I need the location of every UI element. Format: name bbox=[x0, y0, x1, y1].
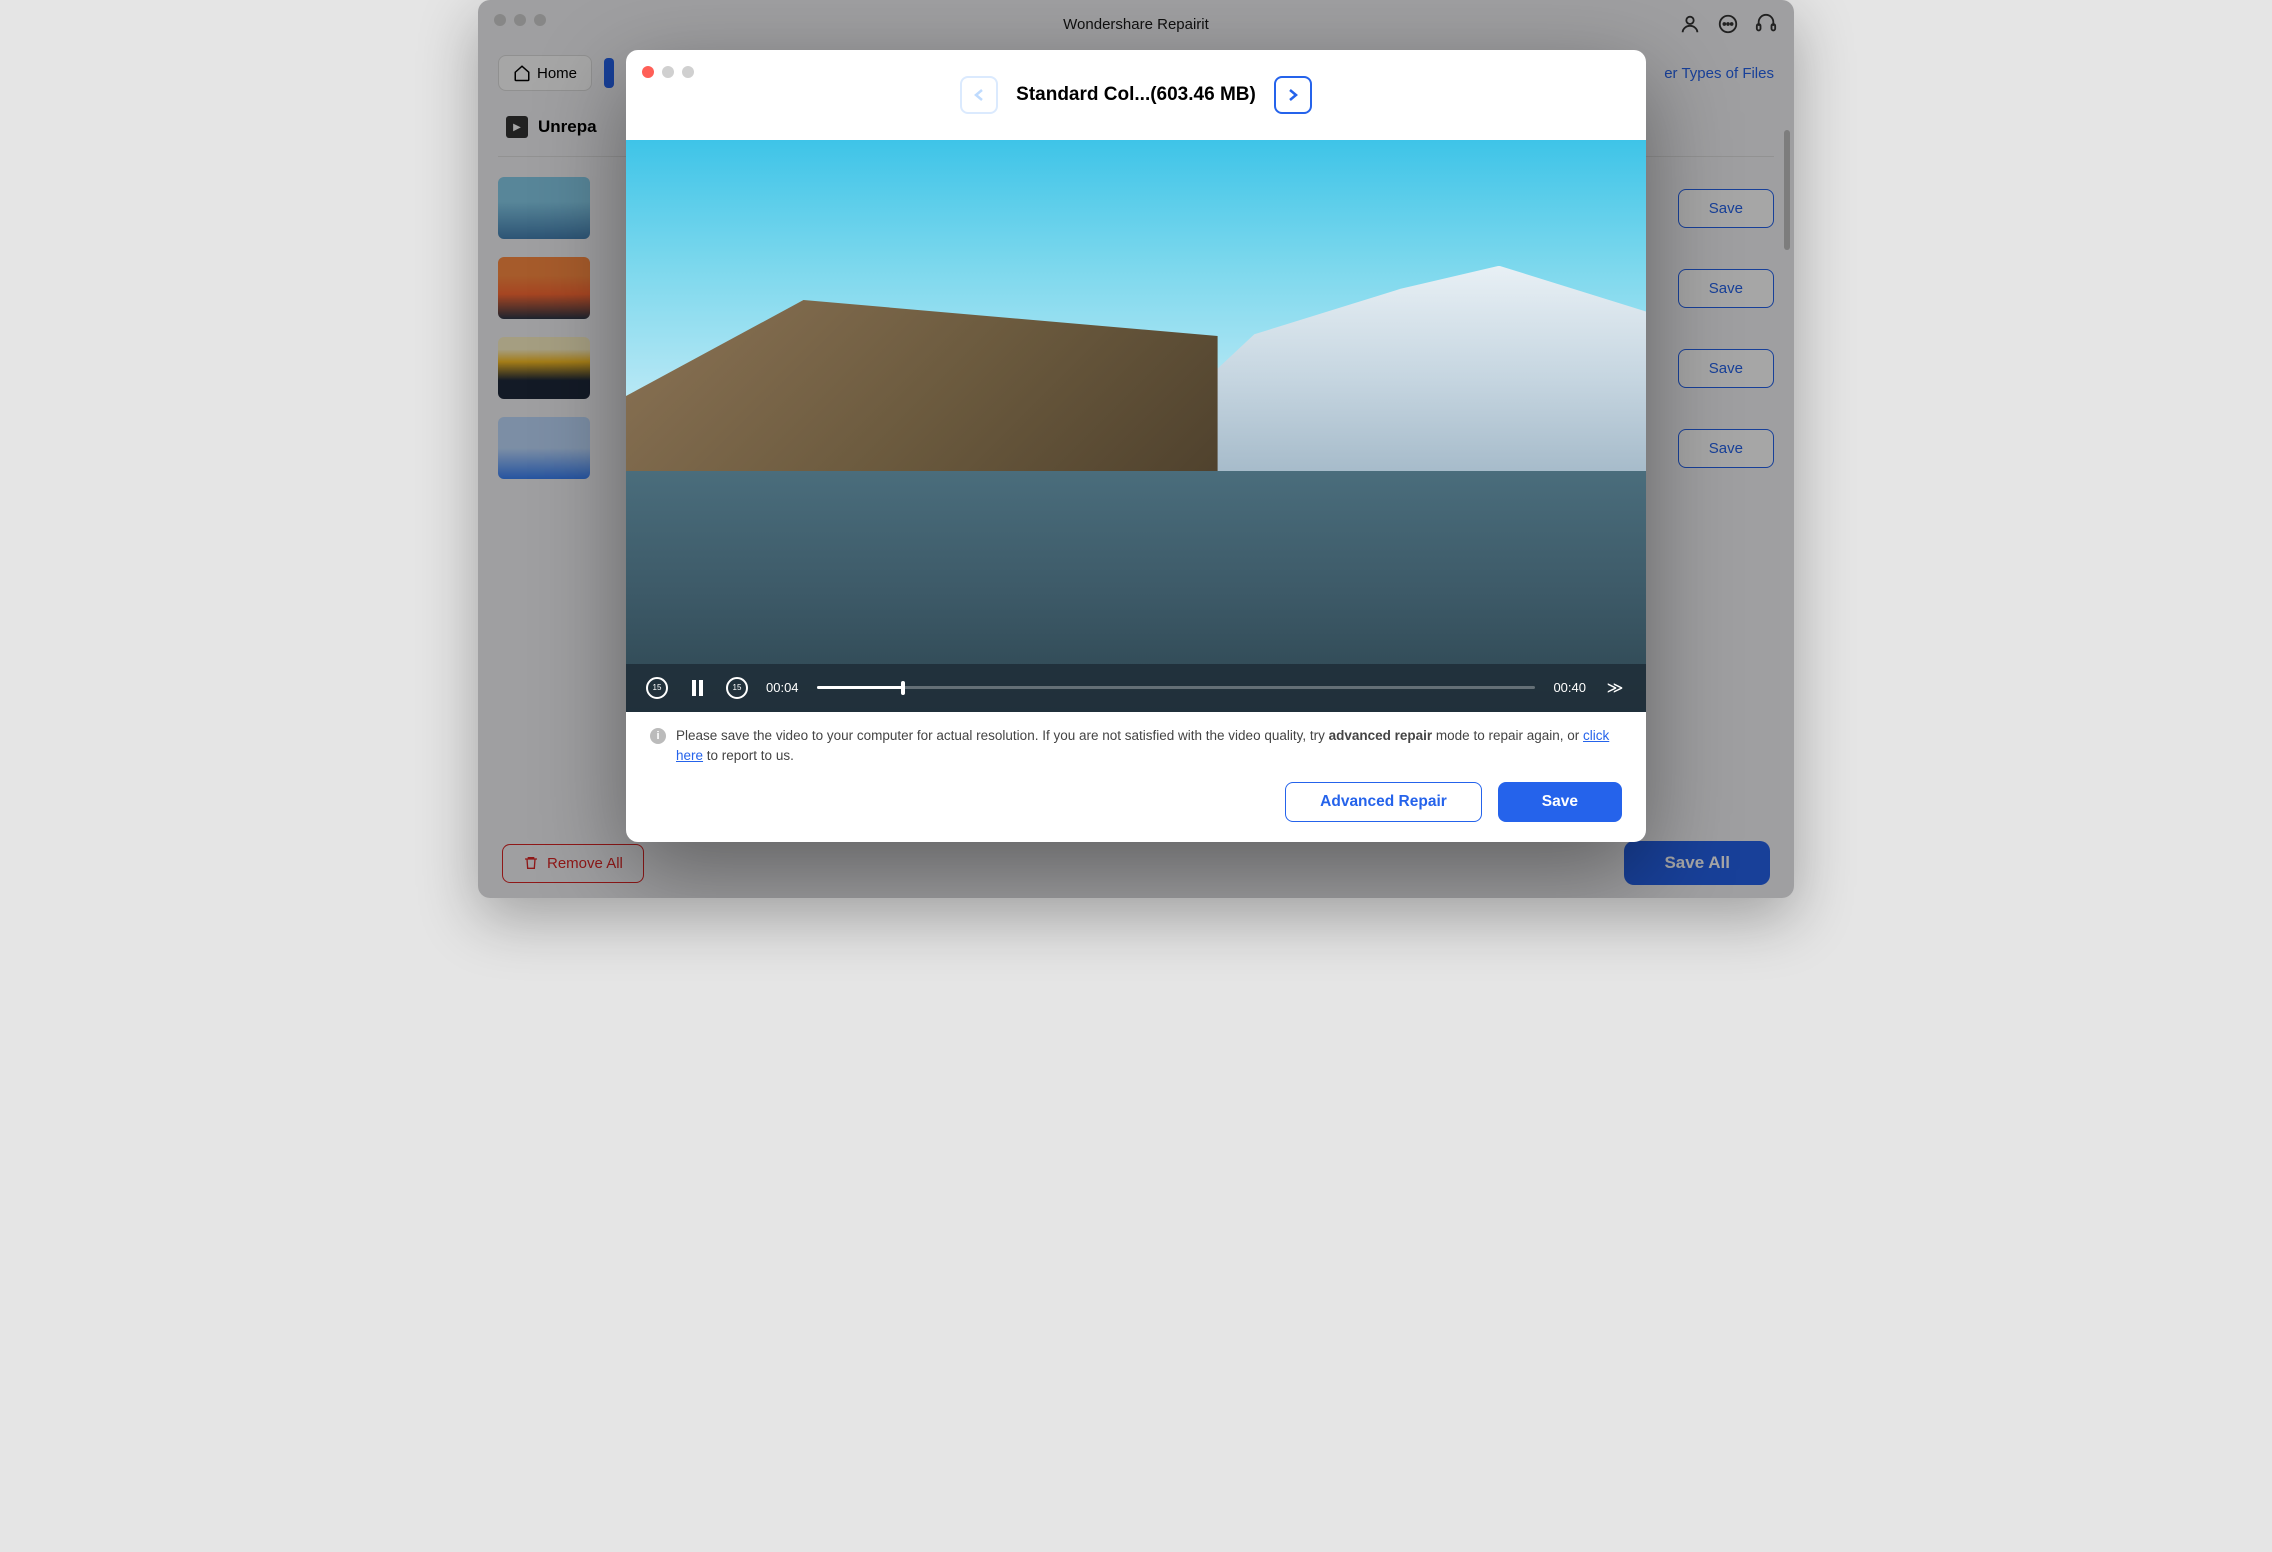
progress-fill bbox=[817, 686, 903, 689]
modal-header: Standard Col...(603.46 MB) bbox=[626, 50, 1646, 140]
preview-modal: Standard Col...(603.46 MB) 15 15 0 bbox=[626, 50, 1646, 842]
prev-button[interactable] bbox=[960, 76, 998, 114]
advanced-repair-button[interactable]: Advanced Repair bbox=[1285, 782, 1482, 822]
modal-minimize[interactable] bbox=[662, 66, 674, 78]
video-preview[interactable] bbox=[626, 140, 1646, 712]
modal-title: Standard Col...(603.46 MB) bbox=[1016, 84, 1256, 106]
footer-actions: Advanced Repair Save bbox=[650, 782, 1622, 822]
modal-traffic-lights bbox=[642, 66, 694, 78]
rewind-15-icon[interactable]: 15 bbox=[646, 677, 668, 699]
modal-footer: i Please save the video to your computer… bbox=[626, 712, 1646, 843]
modal-close[interactable] bbox=[642, 66, 654, 78]
modal-save-button[interactable]: Save bbox=[1498, 782, 1622, 822]
progress-bar[interactable] bbox=[817, 686, 1536, 689]
progress-thumb[interactable] bbox=[901, 681, 905, 695]
info-text: Please save the video to your computer f… bbox=[676, 726, 1622, 767]
chevron-right-icon bbox=[1287, 88, 1299, 102]
total-time: 00:40 bbox=[1553, 680, 1586, 695]
skip-next-icon[interactable]: ≫ bbox=[1604, 677, 1626, 699]
info-icon: i bbox=[650, 728, 666, 744]
modal-maximize[interactable] bbox=[682, 66, 694, 78]
app-window: Wondershare Repairit Home er Types of Fi… bbox=[478, 0, 1794, 898]
video-container: 15 15 00:04 00:40 ≫ bbox=[626, 140, 1646, 712]
current-time: 00:04 bbox=[766, 680, 799, 695]
info-message: i Please save the video to your computer… bbox=[650, 726, 1622, 767]
video-controls: 15 15 00:04 00:40 ≫ bbox=[626, 664, 1646, 712]
pause-button[interactable] bbox=[686, 677, 708, 699]
forward-15-icon[interactable]: 15 bbox=[726, 677, 748, 699]
next-button[interactable] bbox=[1274, 76, 1312, 114]
chevron-left-icon bbox=[973, 88, 985, 102]
